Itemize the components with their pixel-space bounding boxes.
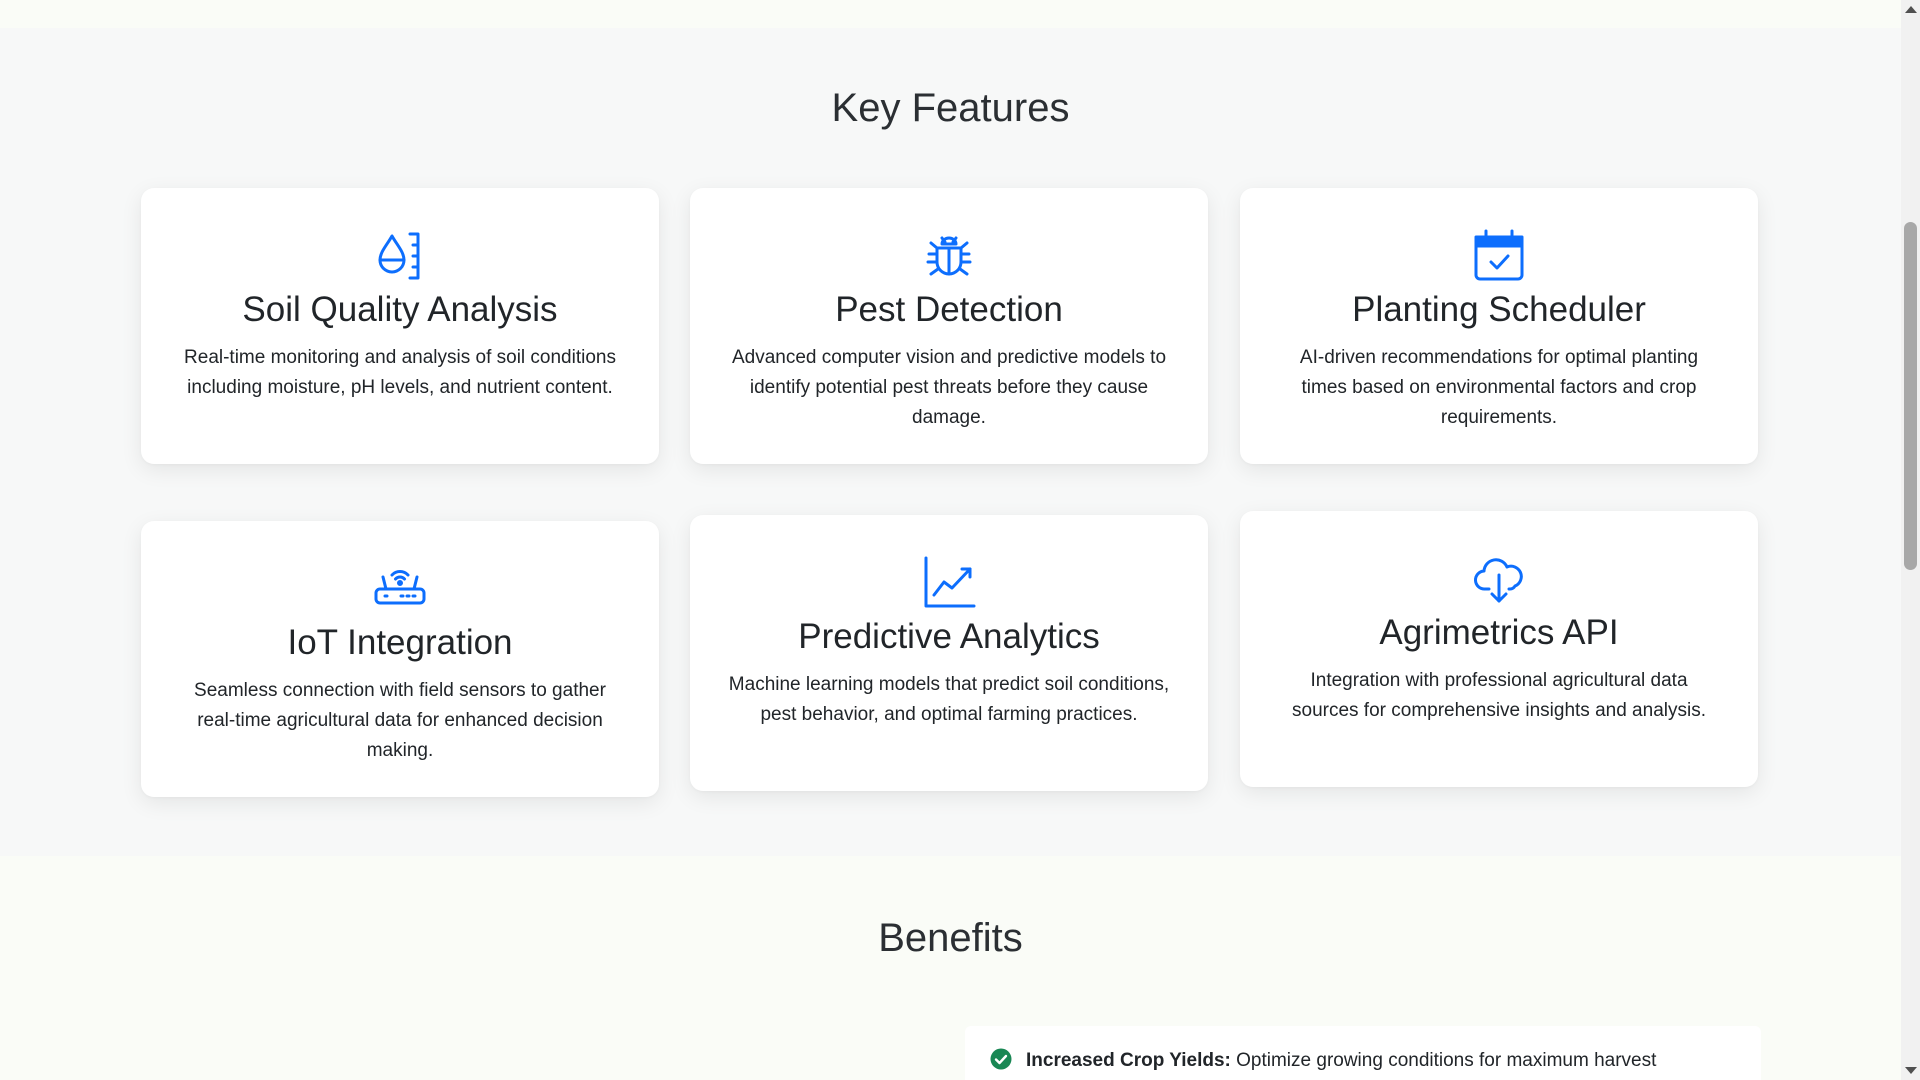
card-title: Predictive Analytics (798, 617, 1100, 656)
benefit-item: Increased Crop Yields: Optimize growing … (990, 1048, 1656, 1072)
graph-up-icon (922, 555, 976, 609)
features-title: Key Features (831, 86, 1070, 130)
feature-card-pest-detection: Pest Detection Advanced computer vision … (690, 188, 1208, 464)
calendar-check-icon (1472, 228, 1526, 282)
card-description: Machine learning models that predict soi… (728, 674, 1170, 725)
card-description: Seamless connection with field sensors t… (194, 680, 606, 761)
router-icon (373, 561, 427, 615)
scroll-down-arrow-icon[interactable] (1905, 1067, 1917, 1074)
features-section: Key Features Soil Quality Analysis Real-… (0, 28, 1901, 856)
feature-card-planting-scheduler: Planting Scheduler AI-driven recommendat… (1240, 188, 1758, 464)
cloud-download-icon (1472, 551, 1526, 605)
scroll-up-arrow-icon[interactable] (1905, 6, 1917, 13)
card-description: AI-driven recommendations for optimal pl… (1299, 347, 1699, 428)
feature-card-agrimetrics-api: Agrimetrics API Integration with profess… (1240, 511, 1758, 787)
card-title: IoT Integration (287, 623, 513, 662)
top-band (0, 0, 1901, 28)
droplet-ruler-icon (373, 228, 427, 282)
benefit-label: Increased Crop Yields: (1026, 1050, 1231, 1071)
check-circle-icon (990, 1048, 1012, 1070)
feature-card-iot-integration: IoT Integration Seamless connection with… (141, 521, 659, 797)
bug-icon (922, 228, 976, 282)
page-viewport: Key Features Soil Quality Analysis Real-… (0, 0, 1901, 1080)
feature-card-predictive-analytics: Predictive Analytics Machine learning mo… (690, 515, 1208, 791)
card-title: Pest Detection (835, 290, 1063, 329)
vertical-scrollbar[interactable] (1901, 0, 1920, 1080)
benefits-section: Benefits Increased Crop Yields: Optimize… (0, 856, 1901, 1080)
benefits-title: Benefits (878, 916, 1023, 960)
feature-card-soil-quality: Soil Quality Analysis Real-time monitori… (141, 188, 659, 464)
benefit-text: Optimize growing conditions for maximum … (1230, 1050, 1657, 1071)
benefits-list: Increased Crop Yields: Optimize growing … (965, 1026, 1761, 1080)
card-description: Integration with professional agricultur… (1292, 670, 1706, 721)
card-title: Agrimetrics API (1379, 613, 1619, 652)
card-description: Advanced computer vision and predictive … (731, 347, 1167, 428)
card-title: Soil Quality Analysis (242, 290, 558, 329)
scrollbar-thumb[interactable] (1904, 222, 1917, 570)
card-description: Real-time monitoring and analysis of soi… (184, 347, 616, 398)
card-title: Planting Scheduler (1352, 290, 1646, 329)
